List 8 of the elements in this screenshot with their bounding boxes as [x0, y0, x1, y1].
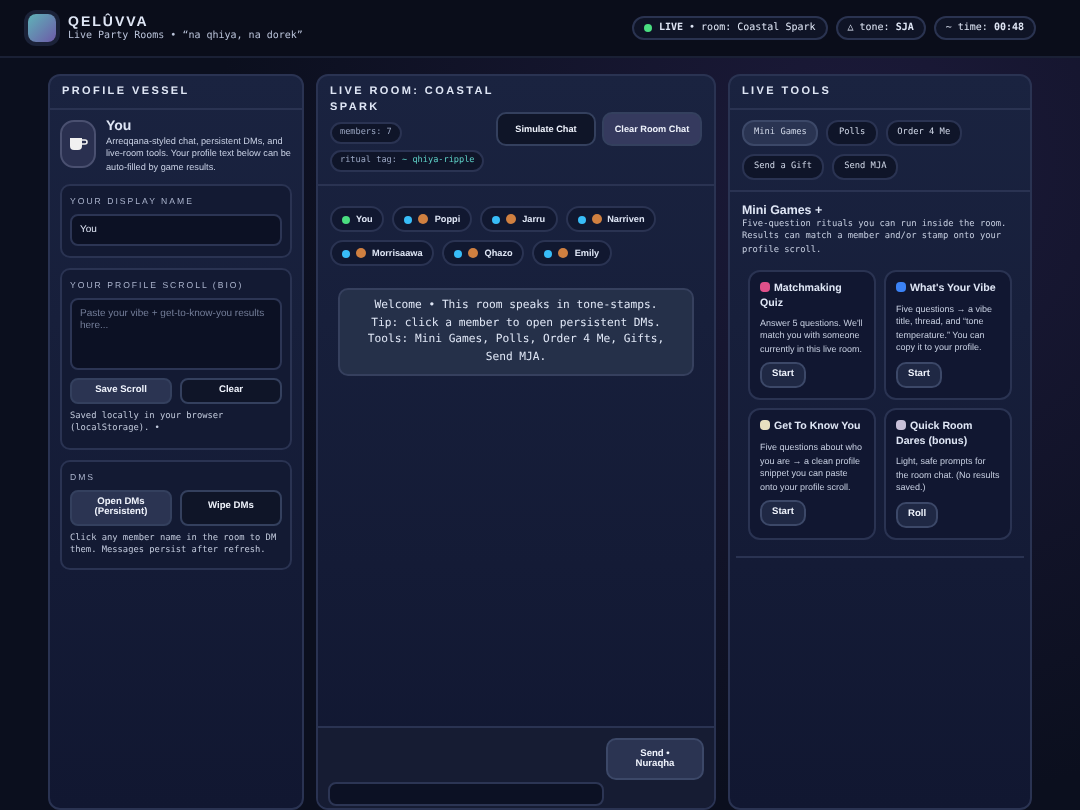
message-field[interactable]	[328, 782, 604, 806]
logo-icon	[28, 14, 56, 42]
game-icon	[896, 420, 906, 431]
game-icon	[760, 282, 770, 293]
live-dot-icon	[644, 24, 653, 32]
game-icon	[896, 282, 906, 293]
game-icon	[760, 420, 770, 431]
coffee-cup-icon	[68, 136, 88, 152]
